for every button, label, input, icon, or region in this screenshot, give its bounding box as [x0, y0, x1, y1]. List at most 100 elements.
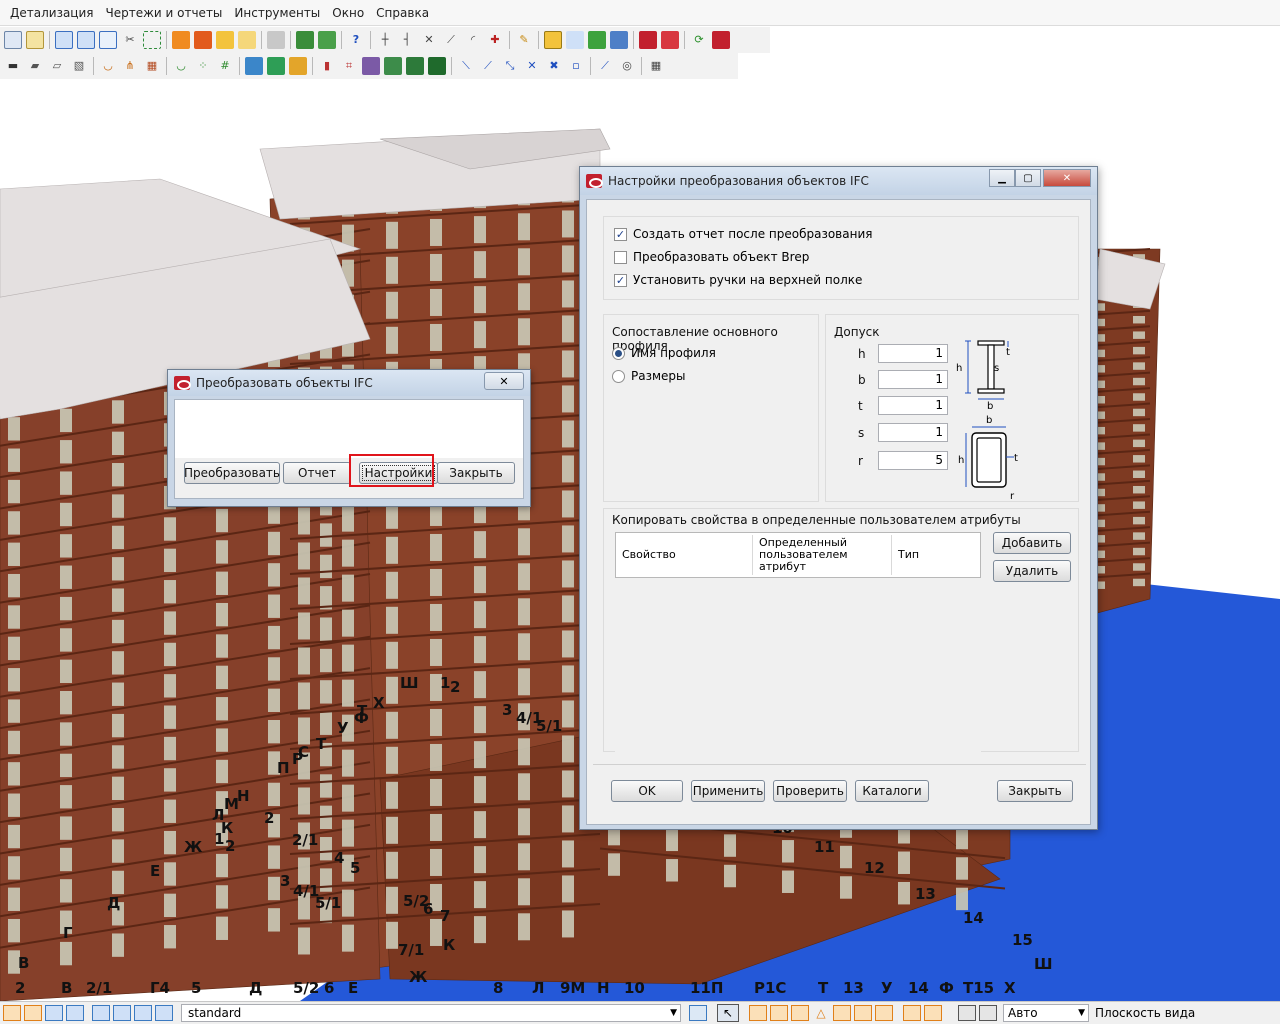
copy-icon[interactable]	[99, 31, 117, 49]
snap-grid-icon[interactable]: ▦	[647, 57, 665, 75]
report-2-icon[interactable]	[238, 31, 256, 49]
drawing-icon[interactable]	[172, 31, 190, 49]
select-icon[interactable]	[143, 31, 161, 49]
delete-attribute-button[interactable]: Удалить	[993, 560, 1071, 582]
report-icon[interactable]	[216, 31, 234, 49]
refresh-icon[interactable]: ⟳	[690, 31, 708, 49]
select-grid-icon[interactable]	[155, 1005, 173, 1021]
weld-icon[interactable]: ⋔	[121, 57, 139, 75]
menu-drawings-reports[interactable]: Чертежи и отчеты	[100, 0, 229, 26]
close-button[interactable]: Закрыть	[437, 462, 515, 484]
snap-5-icon[interactable]: ✖	[545, 57, 563, 75]
grid-icon[interactable]: ┼	[376, 31, 394, 49]
snap-2-icon[interactable]: ⟋	[479, 57, 497, 75]
select-parts-icon[interactable]	[24, 1005, 42, 1021]
select-rebar-icon[interactable]	[113, 1005, 131, 1021]
select-welds-icon[interactable]	[66, 1005, 84, 1021]
pick-icon[interactable]: ✎	[515, 31, 533, 49]
axis-icon[interactable]: ✕	[420, 31, 438, 49]
work-plane-icon[interactable]	[979, 1005, 997, 1021]
cast-unit-icon[interactable]	[362, 57, 380, 75]
select-bolts-icon[interactable]	[92, 1005, 110, 1021]
option-convert-brep[interactable]: Преобразовать объект Brep	[614, 250, 809, 264]
grid-2-icon[interactable]: ┤	[398, 31, 416, 49]
snap-check-icon[interactable]	[875, 1005, 893, 1021]
view-plane-icon[interactable]	[958, 1005, 976, 1021]
convert-button[interactable]: Преобразовать	[184, 462, 280, 484]
snap-4-icon[interactable]: ✕	[523, 57, 541, 75]
tekla-settings-icon[interactable]	[661, 31, 679, 49]
filter-combo[interactable]: standard ▼	[181, 1004, 681, 1022]
catalog-icon[interactable]	[610, 31, 628, 49]
option-handles-top-flange[interactable]: ✓ Установить ручки на верхней полке	[614, 273, 862, 287]
help-icon[interactable]: ?	[347, 31, 365, 49]
assembly-icon[interactable]: ▮	[318, 57, 336, 75]
plate-icon[interactable]: ▱	[48, 57, 66, 75]
reinforcement-icon[interactable]: ▦	[143, 57, 161, 75]
windows-icon[interactable]	[544, 31, 562, 49]
column-user-attribute[interactable]: Определенный пользователем атрибут	[753, 533, 891, 577]
catalogs-button[interactable]: Каталоги	[855, 780, 929, 802]
bolt-icon[interactable]: ◡	[99, 57, 117, 75]
select-assembly-icon[interactable]	[134, 1005, 152, 1021]
snap-free-icon[interactable]	[903, 1005, 921, 1021]
numbering-2-icon[interactable]	[318, 31, 336, 49]
component-3-icon[interactable]	[289, 57, 307, 75]
online-icon[interactable]	[712, 31, 730, 49]
pour-icon[interactable]	[384, 57, 402, 75]
radio-profile-name[interactable]: Имя профиля	[612, 346, 716, 360]
radio-button[interactable]	[612, 369, 625, 383]
point-icon[interactable]: ✚	[486, 31, 504, 49]
maximize-button[interactable]: ▢	[1015, 169, 1041, 187]
depth-combo[interactable]: Авто ▼	[1003, 1004, 1089, 1022]
window-icon[interactable]	[55, 31, 73, 49]
numbering-icon[interactable]	[296, 31, 314, 49]
ok-button[interactable]: OK	[611, 780, 683, 802]
column-property[interactable]: Свойство	[616, 533, 752, 577]
tolerance-b-input[interactable]: 1	[878, 370, 948, 389]
snap-endpoint-icon[interactable]	[749, 1005, 767, 1021]
pointer-icon[interactable]: ↖	[717, 1004, 739, 1022]
snap-perpendicular-icon[interactable]	[854, 1005, 872, 1021]
report-button[interactable]: Отчет	[283, 462, 351, 484]
beam-icon[interactable]: ▬	[4, 57, 22, 75]
snap-7-icon[interactable]: ⟋	[596, 57, 614, 75]
snap-intersection-icon[interactable]	[833, 1005, 851, 1021]
add-attribute-button[interactable]: Добавить	[993, 532, 1071, 554]
snap-6-icon[interactable]: ▫	[567, 57, 585, 75]
radio-dimensions[interactable]: Размеры	[612, 369, 686, 383]
checkbox[interactable]: ✓	[614, 227, 627, 241]
checkbox[interactable]	[614, 250, 627, 264]
snap-settings-icon[interactable]	[689, 1005, 707, 1021]
component-icon[interactable]	[588, 31, 606, 49]
menu-window[interactable]: Окно	[326, 0, 370, 26]
tolerance-s-input[interactable]: 1	[878, 423, 948, 442]
dialog-close-button[interactable]: ✕	[484, 372, 524, 390]
apply-button[interactable]: Применить	[691, 780, 765, 802]
snap-extension-icon[interactable]	[924, 1005, 942, 1021]
minimize-button[interactable]: ▁	[989, 169, 1015, 187]
snap-1-icon[interactable]: ⟍	[457, 57, 475, 75]
rebar-icon[interactable]: ◡	[172, 57, 190, 75]
option-create-report[interactable]: ✓ Создать отчет после преобразования	[614, 227, 872, 241]
pour-2-icon[interactable]	[406, 57, 424, 75]
open-model-icon[interactable]	[26, 31, 44, 49]
tolerance-r-input[interactable]: 5	[878, 451, 948, 470]
move-icon[interactable]	[566, 31, 584, 49]
check-button[interactable]: Проверить	[773, 780, 847, 802]
snap-midpoint-icon[interactable]	[791, 1005, 809, 1021]
chevron-down-icon[interactable]: ▼	[1078, 1005, 1085, 1021]
window-2-icon[interactable]	[77, 31, 95, 49]
window-close-button[interactable]: ✕	[1043, 169, 1091, 187]
print-icon[interactable]	[267, 31, 285, 49]
rebar-mesh-icon[interactable]: #	[216, 57, 234, 75]
chevron-down-icon[interactable]: ▼	[670, 1005, 677, 1021]
dialog-title-bar[interactable]: Преобразовать объекты IFC ✕	[168, 370, 530, 396]
tekla-logo-icon[interactable]	[639, 31, 657, 49]
arc-icon[interactable]: ◜	[464, 31, 482, 49]
properties-table-body[interactable]	[615, 578, 981, 760]
snap-triangle-icon[interactable]: △	[812, 1005, 830, 1021]
radio-button[interactable]	[612, 346, 625, 360]
column-type[interactable]: Тип	[892, 533, 980, 577]
menu-detailing[interactable]: Детализация	[4, 0, 100, 26]
